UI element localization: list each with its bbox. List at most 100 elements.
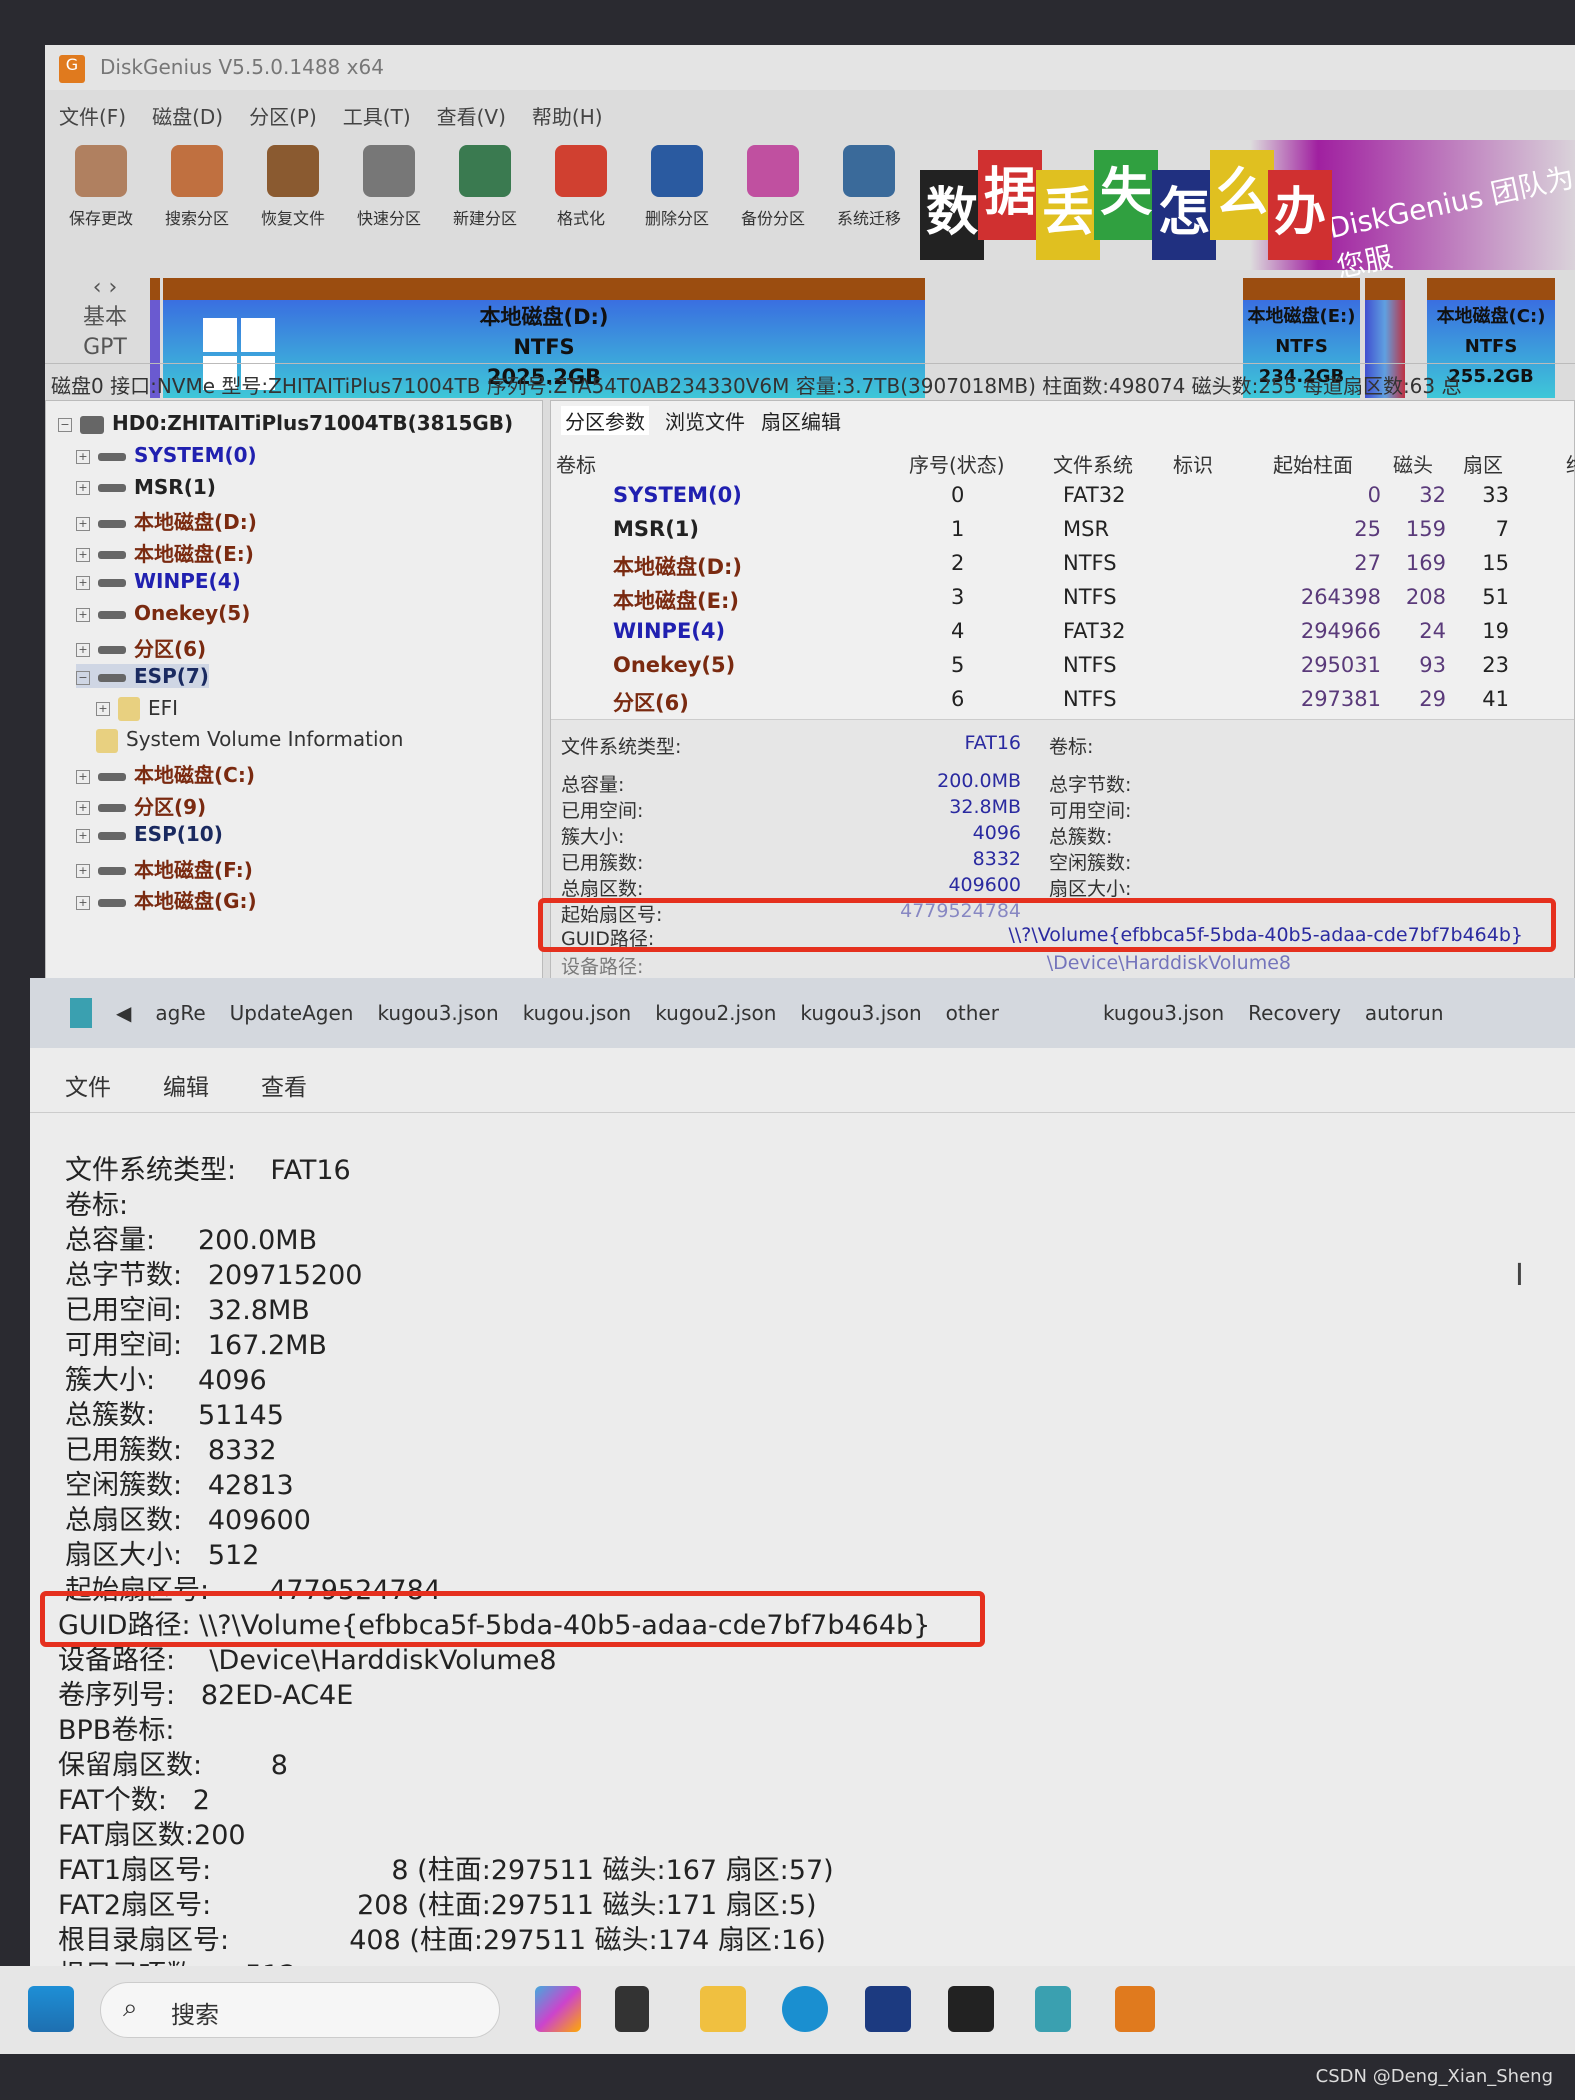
menu-item[interactable]: 工具(T) — [343, 101, 411, 129]
tree-item[interactable]: − ESP(7) — [76, 664, 209, 689]
expand-icon[interactable]: + — [76, 643, 90, 658]
menu-item[interactable]: 查看(V) — [437, 101, 506, 129]
scroll-tabs-left-icon[interactable]: ◀ — [116, 1001, 131, 1025]
notepad-tab[interactable]: kugou3.json — [800, 1001, 921, 1025]
drive-icon — [98, 831, 126, 840]
tree-root[interactable]: − HD0:ZHITAITiPlus71004TB(3815GB) — [58, 411, 513, 435]
store-icon[interactable] — [865, 1986, 911, 2032]
edge-icon[interactable] — [782, 1986, 828, 2032]
notepad-tab[interactable]: kugou3.json — [1103, 1001, 1224, 1025]
table-cell-cylinder: 25 — [1354, 517, 1381, 541]
tree-item[interactable]: System Volume Information — [96, 727, 403, 753]
drive-icon — [98, 898, 126, 907]
notepad-tab[interactable]: autorun — [1365, 1001, 1444, 1025]
expand-icon[interactable]: + — [76, 548, 90, 563]
notepad-tab[interactable]: UpdateAgen — [230, 1001, 354, 1025]
fs-type-value: FAT16 — [964, 732, 1022, 754]
text-line: 保留扇区数: 8 — [58, 1750, 288, 1781]
table-cell-label[interactable]: Onekey(5) — [613, 653, 735, 677]
expand-icon[interactable]: + — [76, 607, 90, 622]
nav-arrows-icon[interactable]: ‹ › — [65, 273, 145, 303]
tree-item[interactable]: + MSR(1) — [76, 475, 216, 499]
tree-item[interactable]: + 本地磁盘(G:) — [76, 885, 257, 914]
notepad-tab[interactable]: Recovery — [1248, 1001, 1341, 1025]
tree-item[interactable]: + Onekey(5) — [76, 601, 250, 625]
menu-item[interactable]: 磁盘(D) — [152, 101, 223, 129]
menu-item[interactable]: 文件(F) — [59, 101, 126, 129]
expand-icon[interactable]: + — [76, 828, 90, 843]
expand-icon[interactable]: + — [76, 864, 90, 879]
expand-icon[interactable]: + — [76, 481, 90, 496]
column-header[interactable]: 终 — [1566, 449, 1575, 478]
tree-item[interactable]: + 本地磁盘(D:) — [76, 506, 257, 535]
tree-item[interactable]: + 本地磁盘(C:) — [76, 759, 255, 788]
table-cell-label[interactable]: WINPE(4) — [613, 619, 725, 643]
table-cell-sector: 41 — [1482, 687, 1509, 711]
column-header[interactable]: 文件系统 — [1053, 449, 1133, 478]
partition-fs: NTFS — [1275, 336, 1328, 357]
expand-icon[interactable]: + — [76, 516, 90, 531]
notepad-menu-item[interactable]: 查看 — [261, 1068, 307, 1102]
tree-item[interactable]: + 分区(9) — [76, 791, 206, 820]
task-view-icon[interactable] — [615, 1986, 649, 2032]
tree-item[interactable]: + WINPE(4) — [76, 569, 241, 593]
right-tabs: 分区参数 浏览文件 扇区编辑 — [561, 406, 841, 435]
start-icon[interactable] — [28, 1986, 74, 2032]
notepad-tab[interactable]: agRe — [155, 1001, 205, 1025]
table-cell-label[interactable]: SYSTEM(0) — [613, 483, 742, 507]
menu-item[interactable]: 分区(P) — [249, 101, 317, 129]
notepad-menu-item[interactable]: 编辑 — [163, 1068, 209, 1102]
column-header[interactable]: 序号(状态) — [909, 449, 1005, 478]
toolbar-label: 搜索分区 — [164, 209, 229, 228]
diskgenius-taskbar-icon[interactable] — [1115, 1986, 1155, 2032]
tree-item[interactable]: + SYSTEM(0) — [76, 443, 257, 467]
column-header[interactable]: 扇区 — [1463, 449, 1503, 478]
notepad-tab[interactable]: kugou2.json — [655, 1001, 776, 1025]
table-cell-label[interactable]: 本地磁盘(E:) — [613, 585, 739, 615]
terminal-icon[interactable] — [948, 1986, 994, 2032]
tab[interactable]: 浏览文件 — [665, 406, 745, 435]
column-header[interactable]: 标识 — [1173, 449, 1213, 478]
notepad-tab[interactable]: kugou3.json — [377, 1001, 498, 1025]
menu-item[interactable]: 帮助(H) — [532, 101, 603, 129]
column-header[interactable]: 起始柱面 — [1273, 449, 1353, 478]
notepad-window: ◀ agRe UpdateAgen kugou3.json kugou.json kugo… — [30, 978, 1575, 1991]
toolbar-icon — [555, 145, 607, 197]
expand-icon[interactable]: + — [76, 801, 90, 816]
notepad-taskbar-icon[interactable] — [1035, 1986, 1071, 2032]
expand-icon[interactable]: + — [96, 702, 110, 717]
expand-icon[interactable]: − — [76, 670, 90, 685]
disk-label-basic: 基本 — [82, 305, 127, 330]
drive-icon — [98, 484, 126, 493]
toolbar-label: 新建分区 — [452, 209, 517, 228]
column-header[interactable]: 卷标 — [556, 449, 596, 478]
notepad-tab[interactable]: other — [946, 1001, 999, 1025]
expand-icon[interactable]: + — [76, 769, 90, 784]
toolbar-label: 保存更改 — [68, 209, 133, 228]
tree-item[interactable]: + ESP(10) — [76, 822, 223, 846]
expand-icon[interactable]: + — [76, 895, 90, 910]
tree-item[interactable]: + 本地磁盘(F:) — [76, 854, 253, 883]
collapse-icon[interactable]: − — [58, 417, 72, 432]
copilot-icon[interactable] — [535, 1986, 581, 2032]
search-box[interactable]: ⌕ 搜索 — [100, 1982, 500, 2038]
expand-icon[interactable]: + — [76, 449, 90, 464]
column-header[interactable]: 磁头 — [1393, 449, 1433, 478]
tab[interactable]: 扇区编辑 — [761, 406, 841, 435]
notepad-tabs: ◀ agRe UpdateAgen kugou3.json kugou.json kugo… — [30, 978, 1575, 1048]
table-cell-label[interactable]: MSR(1) — [613, 517, 699, 541]
table-cell-label[interactable]: 本地磁盘(D:) — [613, 551, 742, 581]
fs-type-label: 文件系统类型: — [561, 736, 682, 758]
table-cell-label[interactable]: 分区(6) — [613, 687, 689, 717]
file-explorer-icon[interactable] — [700, 1986, 746, 2032]
expand-icon[interactable]: + — [76, 575, 90, 590]
tree-item[interactable]: + 本地磁盘(E:) — [76, 538, 254, 567]
drive-icon — [98, 772, 126, 781]
tree-item[interactable]: + EFI — [96, 696, 178, 722]
notepad-menu-item[interactable]: 文件 — [65, 1068, 111, 1102]
tab[interactable]: 分区参数 — [561, 406, 649, 435]
tree-item-label: 分区(6) — [134, 636, 207, 661]
notepad-tab[interactable]: kugou.json — [523, 1001, 632, 1025]
tree-item[interactable]: + 分区(6) — [76, 633, 206, 662]
text-line: 卷序列号: 82ED-AC4E — [58, 1680, 354, 1711]
